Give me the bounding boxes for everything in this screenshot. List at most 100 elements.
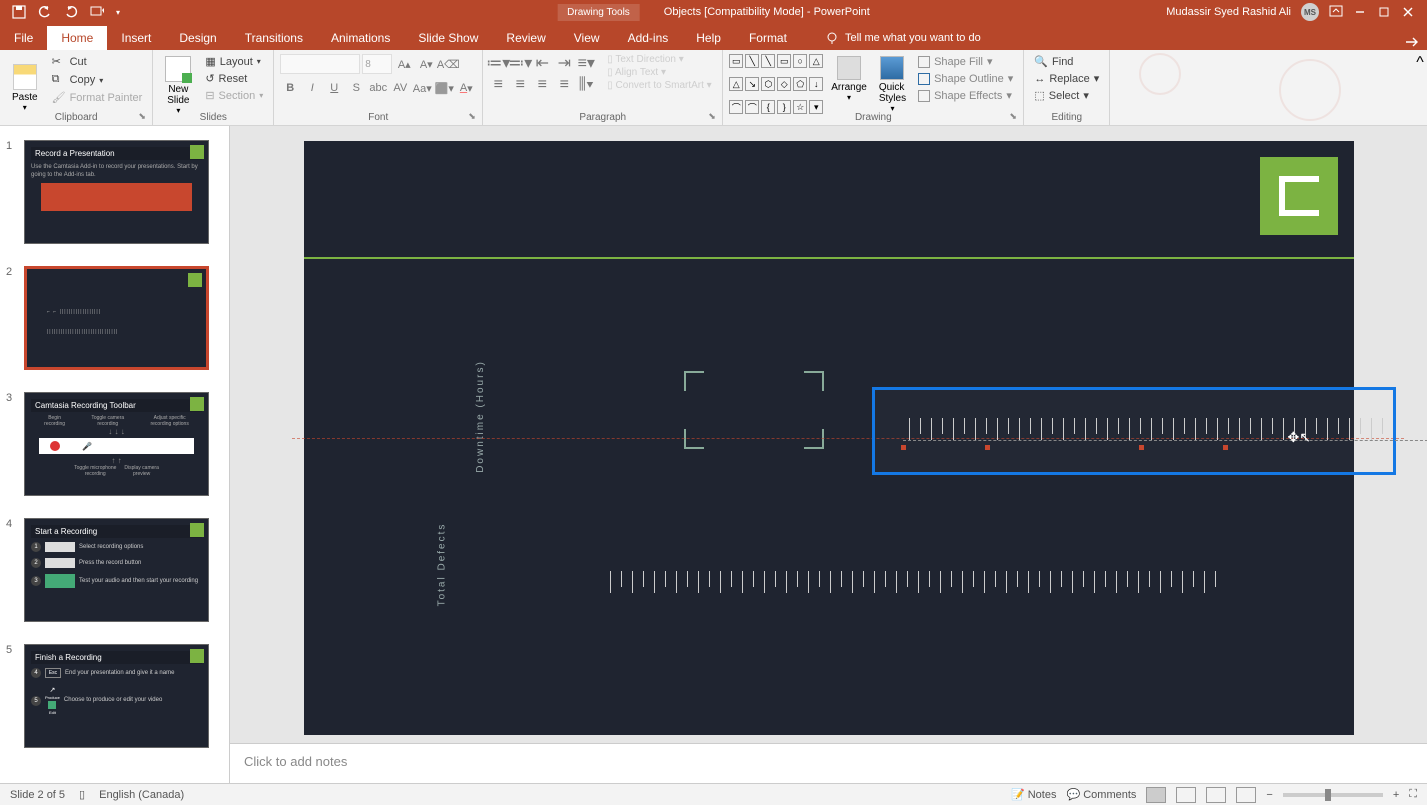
selected-shape[interactable] xyxy=(872,387,1396,475)
bottom-ruler[interactable] xyxy=(600,571,1240,593)
section-icon: ⊟ xyxy=(205,89,214,102)
thumbnail-1[interactable]: 1 Record a Presentation Use the Camtasia… xyxy=(0,136,229,262)
reset-icon: ↺ xyxy=(205,72,214,85)
reading-view-icon[interactable] xyxy=(1206,787,1226,803)
tab-review[interactable]: Review xyxy=(492,26,559,50)
reset-button[interactable]: ↺Reset xyxy=(201,71,267,86)
ribbon-group-slides: New Slide ▾ ▦Layout ▾ ↺Reset ⊟Section ▾ … xyxy=(153,50,274,125)
slide-counter[interactable]: Slide 2 of 5 xyxy=(10,789,65,801)
slideshow-view-icon[interactable] xyxy=(1236,787,1256,803)
adjust-handle[interactable] xyxy=(901,445,906,450)
notes-toggle[interactable]: 📝 Notes xyxy=(1011,788,1057,801)
cut-button[interactable]: ✂Cut xyxy=(48,54,147,70)
adjust-handle[interactable] xyxy=(985,445,990,450)
select-button[interactable]: ⬚Select ▾ xyxy=(1030,88,1103,103)
ribbon-options-icon[interactable] xyxy=(1329,5,1343,19)
redo-icon[interactable] xyxy=(64,5,78,19)
language-status[interactable]: English (Canada) xyxy=(99,789,184,801)
line-spacing-icon: ≡▾ xyxy=(577,54,595,72)
minimize-icon[interactable] xyxy=(1353,5,1367,19)
placeholder-bracket xyxy=(684,429,704,449)
zoom-out-icon[interactable]: − xyxy=(1266,789,1272,801)
thumbnail-3[interactable]: 3 Camtasia Recording Toolbar Begin recor… xyxy=(0,388,229,514)
fit-to-window-icon[interactable]: ⛶ xyxy=(1409,788,1417,801)
tab-design[interactable]: Design xyxy=(165,26,230,50)
copy-button[interactable]: ⧉Copy ▾ xyxy=(48,72,147,88)
slide-canvas[interactable]: Downtime (Hours) Total Defects xyxy=(304,141,1354,735)
thumbnail-4[interactable]: 4 Start a Recording 1Select recording op… xyxy=(0,514,229,640)
shape-fill-button[interactable]: Shape Fill ▾ xyxy=(914,54,1017,69)
thumbnail-5[interactable]: 5 Finish a Recording 4EscEnd your presen… xyxy=(0,640,229,766)
thumbnail-panel[interactable]: 1 Record a Presentation Use the Camtasia… xyxy=(0,126,230,783)
title-bar: ▾ Drawing Tools Objects [Compatibility M… xyxy=(0,0,1427,24)
shape-outline-button[interactable]: Shape Outline ▾ xyxy=(914,71,1017,86)
tab-home[interactable]: Home xyxy=(47,26,107,50)
tab-file[interactable]: File xyxy=(0,26,47,50)
contextual-tab-label: Drawing Tools xyxy=(557,4,640,21)
decrease-font-icon: A▾ xyxy=(416,54,436,74)
qat-dropdown-icon[interactable]: ▾ xyxy=(116,8,120,17)
tab-addins[interactable]: Add-ins xyxy=(614,26,683,50)
zoom-slider[interactable] xyxy=(1283,793,1383,797)
group-title-slides: Slides xyxy=(153,112,273,123)
clipboard-dialog-launcher[interactable]: ⬊ xyxy=(138,111,150,123)
camtasia-logo xyxy=(1260,157,1338,235)
paste-button[interactable]: Paste ▾ xyxy=(6,54,44,121)
group-title-editing: Editing xyxy=(1024,112,1109,123)
sorter-view-icon[interactable] xyxy=(1176,787,1196,803)
underline-button: U xyxy=(324,78,344,98)
collapse-ribbon-icon[interactable]: ^ xyxy=(1413,50,1427,125)
tab-format[interactable]: Format xyxy=(735,26,801,50)
adjust-handle[interactable] xyxy=(1139,445,1144,450)
quick-styles-button[interactable]: Quick Styles ▾ xyxy=(875,54,910,121)
new-slide-button[interactable]: New Slide ▾ xyxy=(159,54,197,121)
tab-insert[interactable]: Insert xyxy=(107,26,165,50)
replace-button[interactable]: ↔Replace ▾ xyxy=(1030,71,1103,86)
font-name-input xyxy=(280,54,360,74)
user-name[interactable]: Mudassir Syed Rashid Ali xyxy=(1166,6,1291,18)
zoom-in-icon[interactable]: + xyxy=(1393,789,1399,801)
accessibility-icon[interactable]: ▯ xyxy=(79,788,85,801)
move-cursor-icon: ✥↖ xyxy=(1288,429,1311,446)
ruler-ticks xyxy=(899,418,1427,440)
user-avatar[interactable]: MS xyxy=(1301,3,1319,21)
drawing-dialog-launcher[interactable]: ⬊ xyxy=(1009,111,1021,123)
save-icon[interactable] xyxy=(12,5,26,19)
increase-indent-icon: ⇥ xyxy=(555,54,573,72)
select-icon: ⬚ xyxy=(1034,89,1044,102)
section-button[interactable]: ⊟Section ▾ xyxy=(201,88,267,103)
layout-button[interactable]: ▦Layout ▾ xyxy=(201,54,267,69)
comments-toggle[interactable]: 💬 Comments xyxy=(1066,788,1136,801)
ribbon-tab-bar: File Home Insert Design Transitions Anim… xyxy=(0,24,1427,50)
camtasia-logo-icon xyxy=(188,273,202,287)
adjust-handle[interactable] xyxy=(1223,445,1228,450)
maximize-icon[interactable] xyxy=(1377,5,1391,19)
tell-me-search[interactable]: Tell me what you want to do xyxy=(811,26,995,50)
thumbnail-2[interactable]: 2 ⌐ ⌐ |||||||||||||||||| |||||||||||||||… xyxy=(0,262,229,388)
close-icon[interactable] xyxy=(1401,5,1415,19)
convert-smartart-button: ▯ Convert to SmartArt ▾ xyxy=(607,80,711,91)
tab-slideshow[interactable]: Slide Show xyxy=(404,26,492,50)
main-area: 1 Record a Presentation Use the Camtasia… xyxy=(0,126,1427,783)
shapes-gallery[interactable]: ▭╲╲▭○△ △↘⬡◇⬠↓ ⌒⌒{}☆▾ xyxy=(729,54,823,121)
notes-pane[interactable]: Click to add notes xyxy=(230,743,1427,783)
tab-help[interactable]: Help xyxy=(682,26,735,50)
ribbon: Paste ▾ ✂Cut ⧉Copy ▾ 🖌Format Painter Cli… xyxy=(0,50,1427,126)
align-right-icon: ≡ xyxy=(533,76,551,94)
paragraph-dialog-launcher: ⬊ xyxy=(708,111,720,123)
outline-swatch-icon xyxy=(918,73,930,85)
group-title-clipboard: Clipboard xyxy=(0,112,152,123)
tab-transitions[interactable]: Transitions xyxy=(231,26,317,50)
tab-view[interactable]: View xyxy=(560,26,614,50)
align-center-icon: ≡ xyxy=(511,76,529,94)
undo-icon[interactable] xyxy=(38,5,52,19)
numbering-icon: ≕▾ xyxy=(511,54,529,72)
shape-effects-button[interactable]: Shape Effects ▾ xyxy=(914,88,1017,103)
arrange-button[interactable]: Arrange ▾ xyxy=(827,54,871,121)
find-button[interactable]: 🔍Find xyxy=(1030,54,1103,69)
normal-view-icon[interactable] xyxy=(1146,787,1166,803)
app-title: Objects [Compatibility Mode] - PowerPoin… xyxy=(664,6,870,18)
tab-animations[interactable]: Animations xyxy=(317,26,404,50)
start-from-beginning-icon[interactable] xyxy=(90,5,104,19)
share-icon[interactable] xyxy=(1403,34,1427,50)
